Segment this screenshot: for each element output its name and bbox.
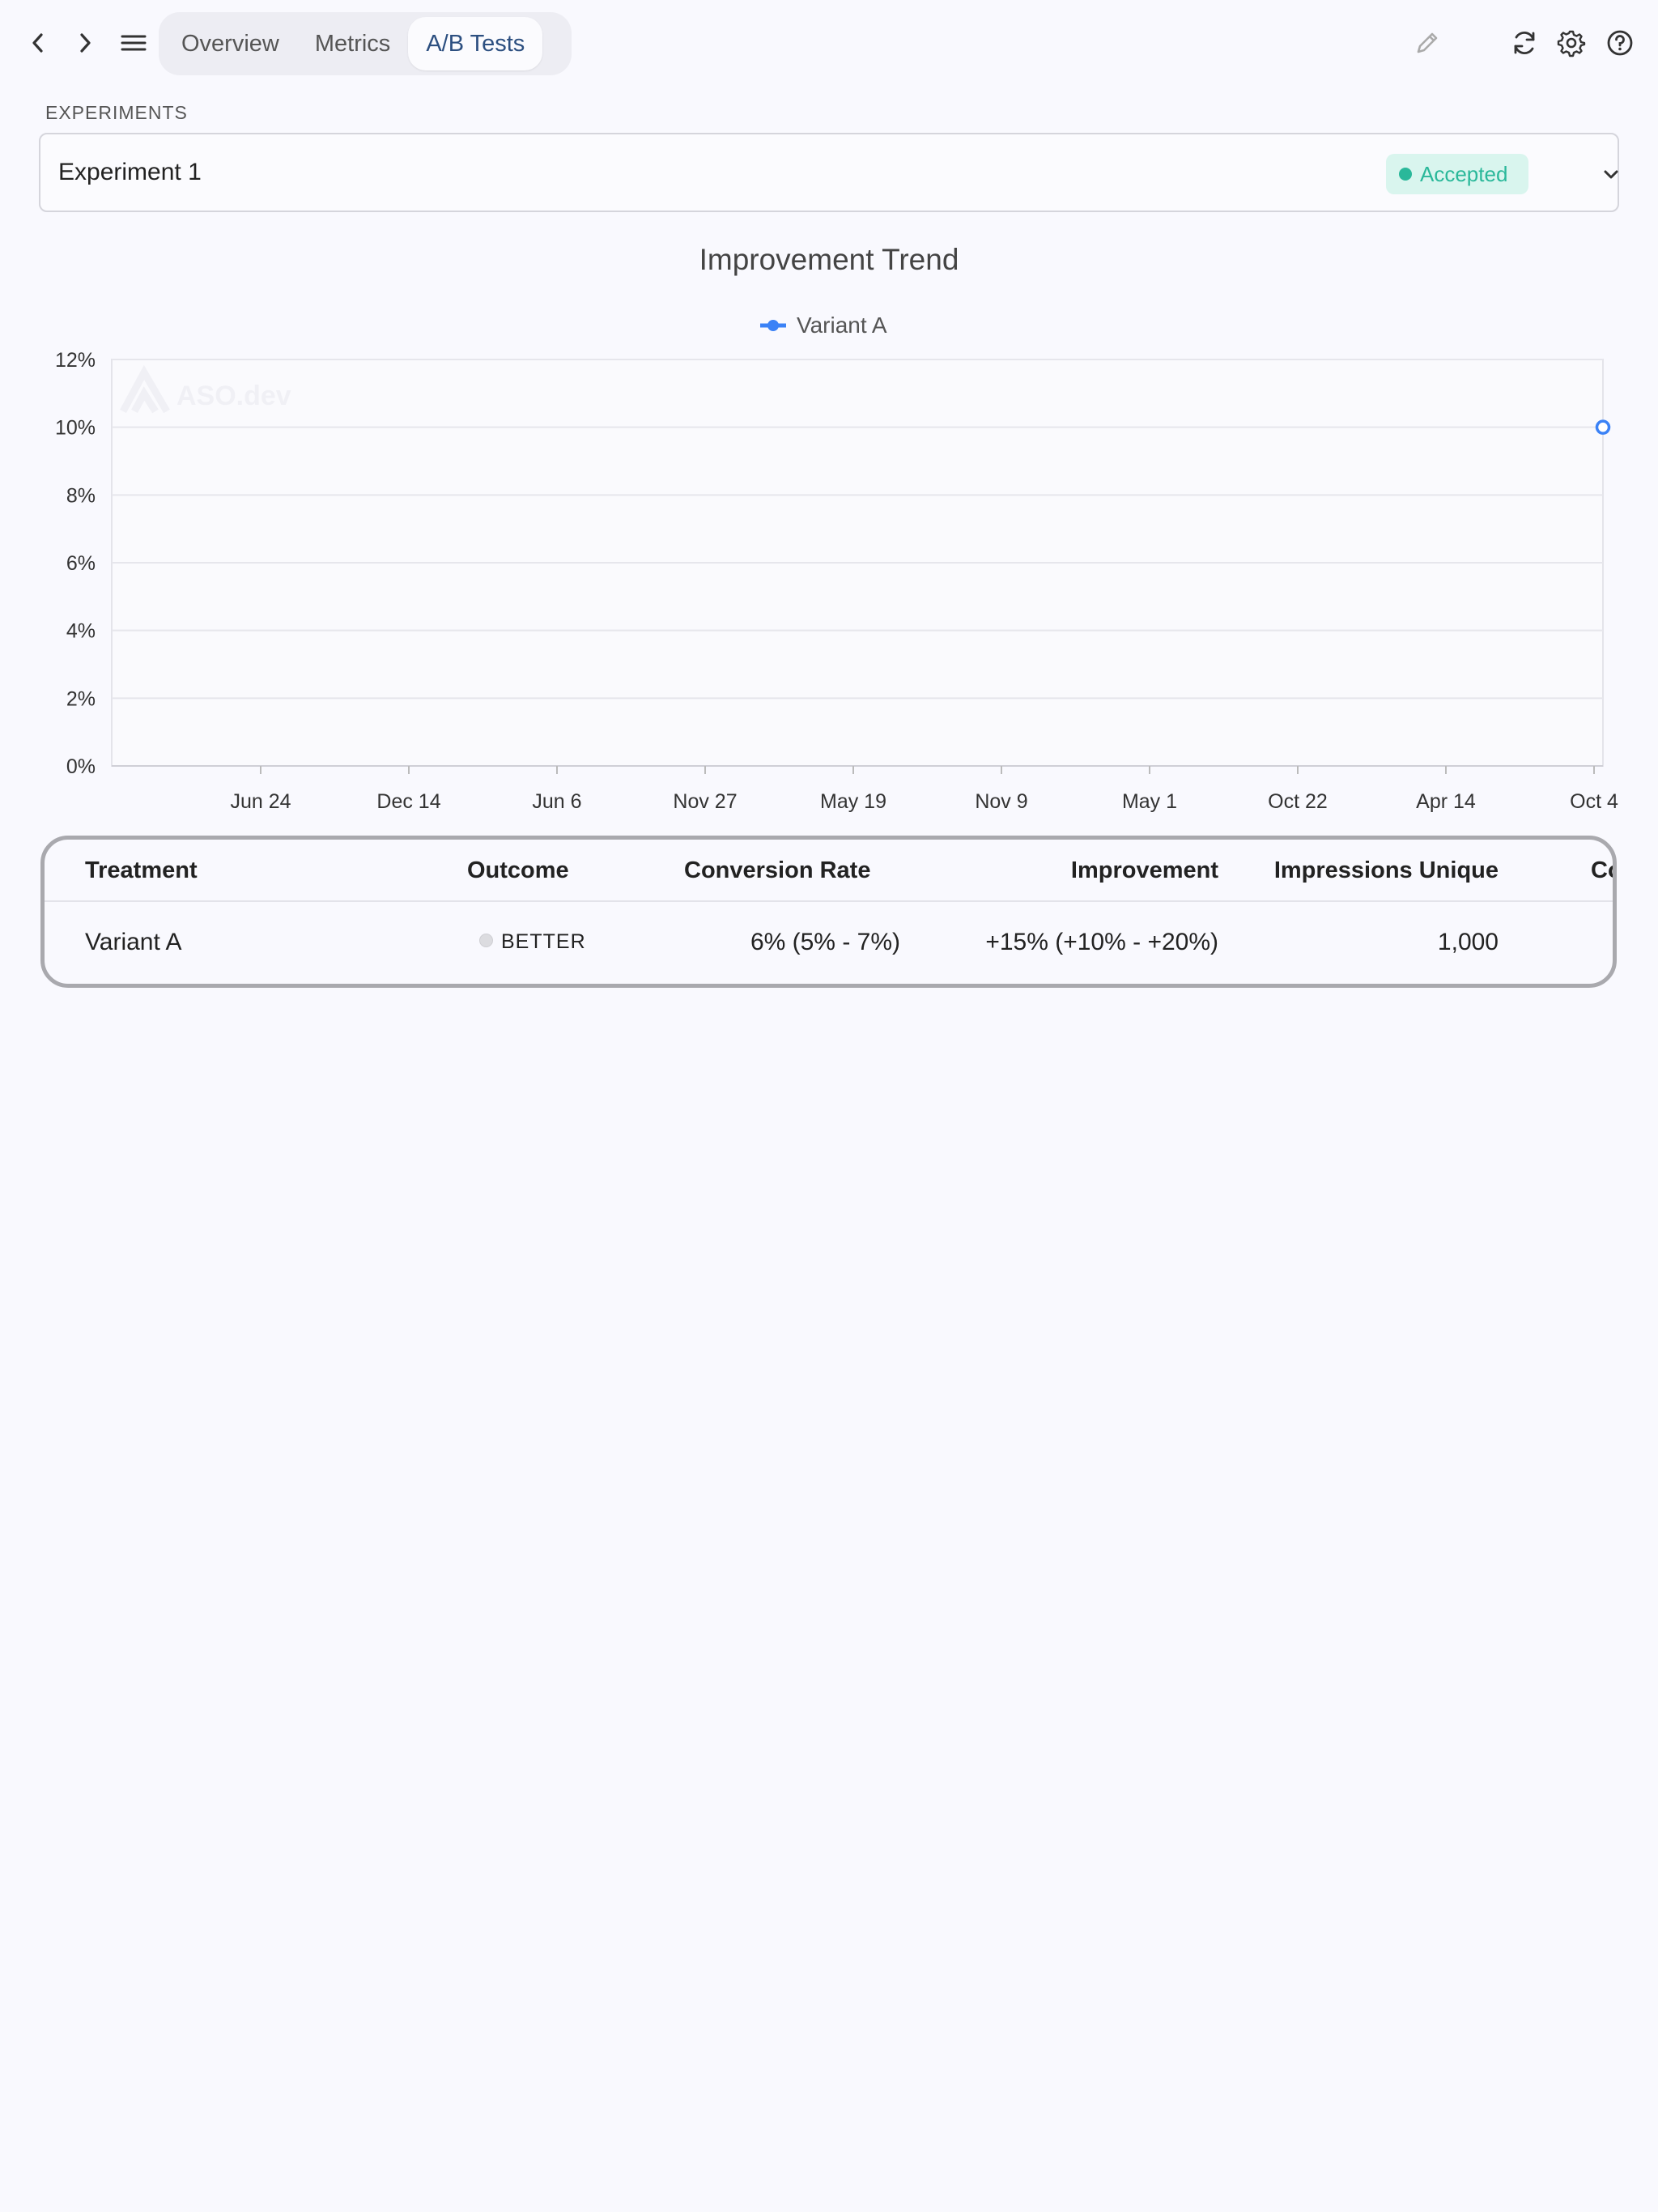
- forward-button[interactable]: [66, 24, 104, 62]
- cell-impressions-unique: 1,000: [1437, 929, 1499, 955]
- edit-button[interactable]: [1409, 24, 1446, 62]
- cell-treatment: Variant A: [85, 929, 182, 955]
- status-dot: [1399, 168, 1412, 181]
- refresh-button[interactable]: [1506, 24, 1543, 62]
- chevron-right-icon: [80, 33, 91, 53]
- tab-metrics[interactable]: Metrics: [297, 17, 408, 70]
- legend-marker-icon: [760, 320, 786, 331]
- help-button[interactable]: [1601, 24, 1639, 62]
- experiment-name: Experiment 1: [58, 159, 202, 185]
- column-header-improvement: Improvement: [1070, 857, 1218, 883]
- y-tick-label: 0%: [66, 755, 96, 778]
- hamburger-menu-icon: [121, 35, 147, 51]
- chevron-left-icon: [32, 33, 43, 53]
- column-header-impressions-unique: Impressions Unique: [1273, 857, 1499, 883]
- column-header-conversion-rate: Conversion Rate: [684, 857, 871, 883]
- x-tick-label: Apr 14: [1416, 790, 1476, 813]
- x-tick-label: Jun 6: [532, 790, 581, 813]
- tab-ab-tests[interactable]: A/B Tests: [408, 17, 543, 70]
- y-tick-label: 10%: [55, 417, 96, 440]
- y-tick-label: 8%: [66, 484, 96, 507]
- legend-label: Variant A: [797, 313, 887, 338]
- column-header-treatment: Treatment: [85, 857, 198, 883]
- status-badge: Accepted: [1386, 154, 1528, 194]
- column-header-outcome: Outcome: [467, 857, 569, 883]
- outcome-status-dot: [479, 934, 493, 947]
- data-point-variant-a: [1595, 419, 1611, 435]
- experiments-section-label: EXPERIMENTS: [45, 102, 188, 123]
- column-header-truncated: Co: [1591, 857, 1613, 883]
- cell-conversion-rate: 6% (5% - 7%): [750, 929, 900, 955]
- pencil-icon: [1417, 32, 1438, 53]
- view-tabs: Overview Metrics A/B Tests: [159, 12, 572, 75]
- status-text: Accepted: [1420, 161, 1508, 186]
- header-divider: [45, 900, 1613, 902]
- y-tick-label: 12%: [55, 349, 96, 372]
- x-tick-label: May 1: [1122, 790, 1177, 813]
- back-button[interactable]: [19, 24, 57, 62]
- x-tick-label: Oct 22: [1268, 790, 1328, 813]
- help-icon: [1607, 30, 1633, 56]
- improvement-trend-chart: ASO.dev 0% 2% 4% 6% 8% 10% 12% Jun 24 Dec 14 Jun 6…: [55, 349, 1618, 813]
- cell-outcome: BETTER: [501, 930, 586, 953]
- legend-item-variant-a[interactable]: Variant A: [759, 309, 887, 342]
- experiment-select[interactable]: Experiment 1 Accepted: [39, 133, 1619, 212]
- menu-button[interactable]: [115, 24, 152, 62]
- refresh-icon: [1514, 32, 1535, 54]
- y-tick-label: 6%: [66, 552, 96, 575]
- x-tick-label: Nov 9: [975, 790, 1027, 813]
- chevron-down-icon: [1604, 170, 1618, 179]
- x-tick-label: Oct 4: [1570, 790, 1618, 813]
- x-tick-label: Jun 24: [230, 790, 291, 813]
- chart-title: Improvement Trend: [699, 243, 959, 276]
- results-table: Treatment Outcome Conversion Rate Improv…: [40, 836, 1617, 988]
- gear-icon: [1557, 30, 1586, 57]
- watermark-text: ASO.dev: [176, 381, 291, 411]
- y-tick-label: 4%: [66, 620, 96, 643]
- x-tick-label: May 19: [820, 790, 886, 813]
- tab-overview[interactable]: Overview: [164, 17, 297, 70]
- y-tick-label: 2%: [66, 687, 96, 710]
- x-tick-label: Nov 27: [673, 790, 737, 813]
- settings-button[interactable]: [1553, 24, 1590, 62]
- x-tick-label: Dec 14: [376, 790, 440, 813]
- cell-improvement: +15% (+10% - +20%): [985, 929, 1218, 955]
- top-toolbar: Overview Metrics A/B Tests: [0, 0, 1658, 86]
